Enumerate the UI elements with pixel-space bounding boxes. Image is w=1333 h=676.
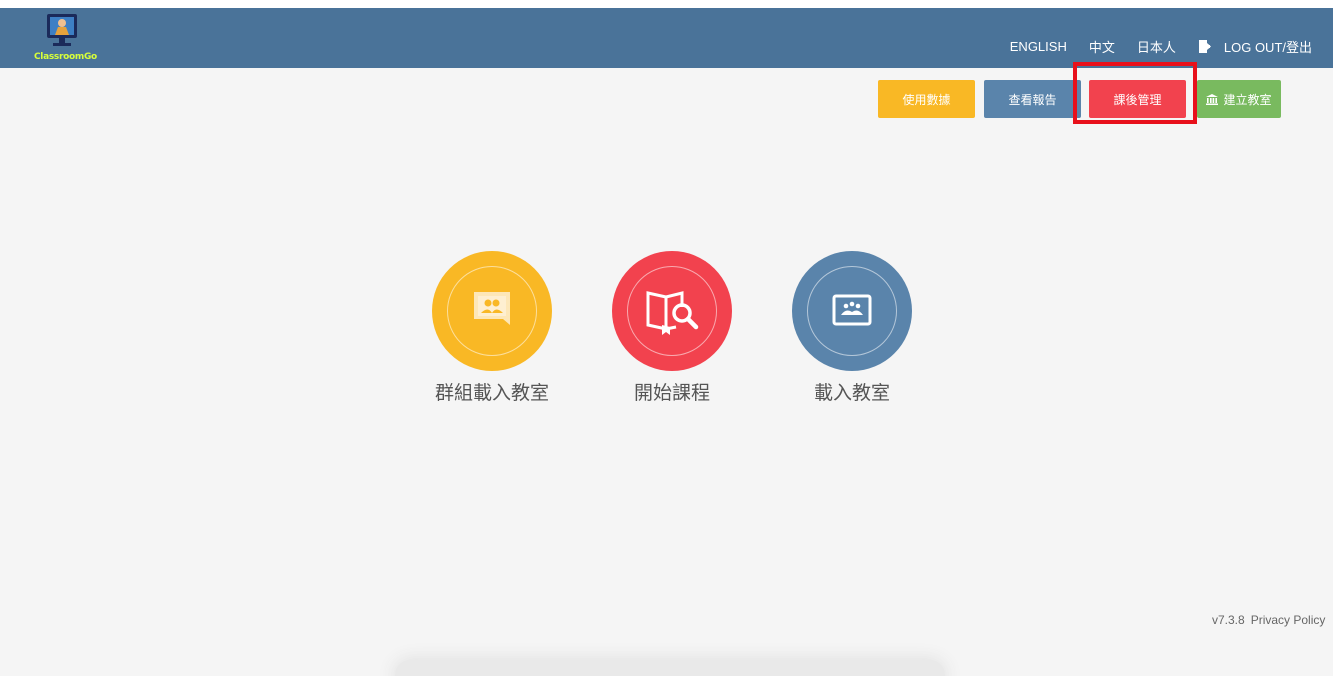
- group-load-classroom-label: 群組載入教室: [434, 383, 549, 404]
- app-logo[interactable]: ClassroomGo: [34, 12, 97, 64]
- load-classroom-circle[interactable]: [792, 251, 912, 371]
- lang-japanese-link[interactable]: 日本人: [1137, 37, 1176, 56]
- logo-text: ClassroomGo: [34, 52, 97, 62]
- group-load-classroom-circle[interactable]: [432, 251, 552, 371]
- bottom-panel-shadow: [395, 660, 945, 676]
- load-classroom-label: 載入教室: [813, 383, 890, 404]
- after-class-management-button[interactable]: 課後管理: [1089, 80, 1186, 118]
- logout-link[interactable]: LOG OUT/登出: [1198, 37, 1312, 56]
- view-report-label: 查看報告: [1008, 92, 1057, 107]
- after-class-management-label: 課後管理: [1113, 92, 1162, 107]
- start-course-tile[interactable]: 開始課程: [577, 251, 767, 411]
- lang-english-link[interactable]: ENGLISH: [1010, 39, 1067, 54]
- start-course-circle[interactable]: [612, 251, 732, 371]
- top-nav: ENGLISH 中文 日本人 LOG OUT/登出: [1010, 16, 1312, 76]
- create-classroom-button[interactable]: 建立教室: [1197, 80, 1281, 118]
- footer: v7.3.8 Privacy Policy: [1212, 613, 1333, 627]
- logout-label: LOG OUT/登出: [1223, 39, 1312, 55]
- book-search-icon: [646, 291, 699, 335]
- monitor-teacher-icon: [47, 14, 77, 46]
- top-strip: [0, 0, 1333, 8]
- app-header: ClassroomGo ENGLISH 中文 日本人 LOG OUT/登出: [0, 8, 1333, 68]
- usage-data-label: 使用數據: [902, 92, 951, 107]
- institution-icon: [1206, 93, 1219, 105]
- logout-icon: [1198, 39, 1211, 53]
- group-classroom-icon: [474, 292, 510, 325]
- usage-data-button[interactable]: 使用數據: [878, 80, 975, 118]
- privacy-policy-link[interactable]: Privacy Policy: [1251, 613, 1326, 627]
- load-classroom-tile[interactable]: 載入教室: [757, 251, 947, 411]
- start-course-label: 開始課程: [633, 383, 710, 404]
- classroom-board-icon: [832, 294, 872, 326]
- lang-chinese-link[interactable]: 中文: [1089, 37, 1115, 56]
- version-text: v7.3.8: [1212, 613, 1245, 627]
- create-classroom-label: 建立教室: [1223, 92, 1272, 107]
- view-report-button[interactable]: 查看報告: [984, 80, 1081, 118]
- group-load-classroom-tile[interactable]: 群組載入教室: [397, 251, 587, 411]
